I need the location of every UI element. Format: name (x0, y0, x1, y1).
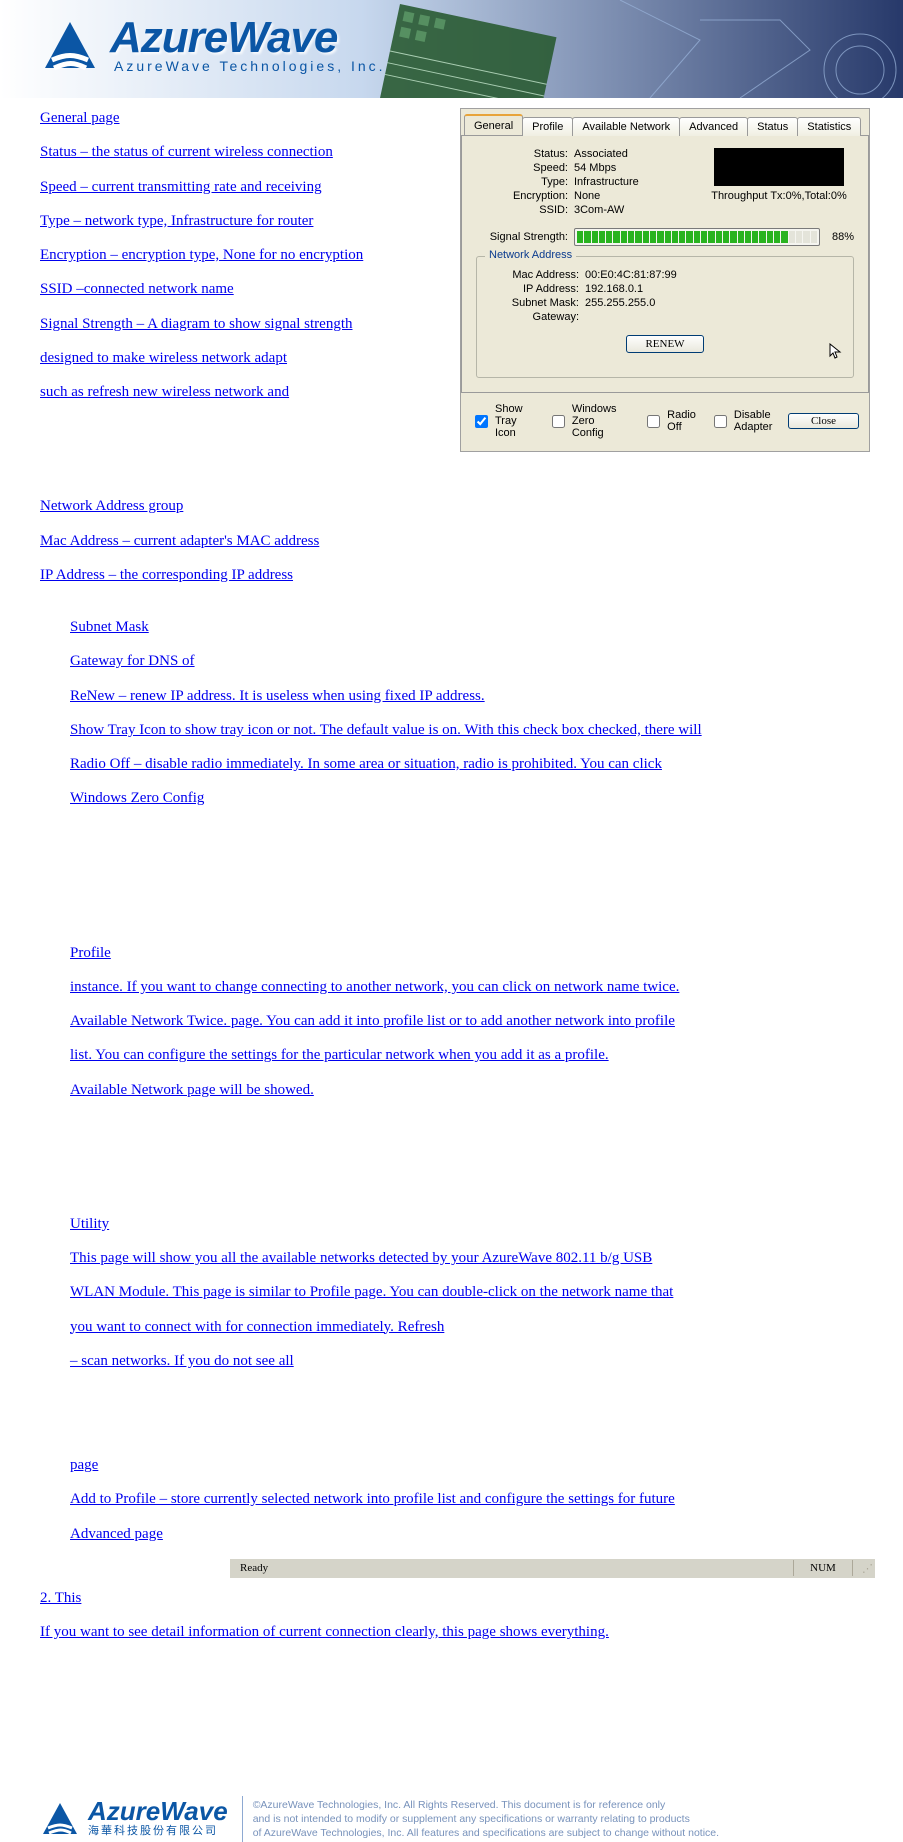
brand-main: AzureWave (110, 18, 386, 58)
type-value: Infrastructure (574, 176, 639, 188)
statusbar: Ready NUM ⋰ (230, 1558, 875, 1578)
brand-mark (40, 18, 100, 74)
link-profile-desc3[interactable]: list. You can configure the settings for… (70, 1047, 609, 1063)
link-speed-desc[interactable]: Speed – current transmitting rate and re… (40, 179, 322, 195)
statusbar-ready: Ready (230, 1562, 793, 1574)
footer-brand: AzureWave 海華科技股份有限公司 (40, 1800, 228, 1838)
footer-brand-sub: 海華科技股份有限公司 (88, 1822, 228, 1838)
mask-label: Subnet Mask: (487, 297, 585, 309)
footer-brand-main: AzureWave (88, 1800, 228, 1822)
tabbar: General Profile Available Network Advanc… (461, 109, 869, 135)
network-address-group: Network Address Mac Address:00:E0:4C:81:… (476, 256, 854, 378)
header-banner: AzureWave AzureWave Technologies, Inc. (0, 0, 903, 98)
link-addprofile[interactable]: Add to Profile – store currently selecte… (70, 1491, 675, 1507)
link-detail-info[interactable]: If you want to see detail information of… (40, 1624, 609, 1640)
link-status-desc[interactable]: Status – the status of current wireless … (40, 144, 333, 160)
mac-value: 00:E0:4C:81:87:99 (585, 269, 677, 281)
link-general-page[interactable]: General page (40, 110, 120, 126)
show-tray-checkbox[interactable]: Show Tray Icon (471, 403, 534, 439)
link-2-this[interactable]: 2. This (40, 1590, 81, 1606)
link-utility[interactable]: Utility (70, 1216, 109, 1232)
link-util-desc3[interactable]: you want to connect with for connection … (70, 1319, 444, 1335)
signal-percent: 88% (820, 231, 854, 243)
statusbar-grip-icon: ⋰ (853, 1562, 875, 1575)
status-value: Associated (574, 148, 628, 160)
link-tray-icon[interactable]: Show Tray Icon to show tray icon or not.… (70, 722, 702, 738)
tab-general[interactable]: General (464, 114, 523, 135)
statusbar-num: NUM (793, 1560, 853, 1576)
brand-sub: AzureWave Technologies, Inc. (110, 58, 386, 74)
wlan-utility-panel: General Profile Available Network Advanc… (460, 108, 870, 452)
encryption-value: None (574, 190, 600, 202)
link-type-desc[interactable]: Type – network type, Infrastructure for … (40, 213, 313, 229)
tab-status[interactable]: Status (747, 117, 798, 136)
link-gateway-dns[interactable]: Gateway for DNS of (70, 653, 195, 669)
footer: AzureWave 海華科技股份有限公司 ©AzureWave Technolo… (0, 1796, 903, 1842)
mask-value: 255.255.255.0 (585, 297, 655, 309)
link-radio-off[interactable]: Radio Off – disable radio immediately. I… (70, 756, 662, 772)
link-profile[interactable]: Profile (70, 945, 111, 961)
signal-label: Signal Strength: (476, 231, 574, 243)
link-advanced-page[interactable]: Advanced page (70, 1526, 163, 1542)
tab-advanced[interactable]: Advanced (679, 117, 748, 136)
tab-statistics[interactable]: Statistics (797, 117, 861, 136)
link-mac-desc[interactable]: Mac Address – current adapter's MAC addr… (40, 533, 319, 549)
ssid-label: SSID: (476, 204, 574, 216)
footer-brand-mark (40, 1800, 80, 1838)
status-label: Status: (476, 148, 574, 160)
link-available-showed[interactable]: Available Network page will be showed. (70, 1082, 314, 1098)
footer-divider (242, 1796, 243, 1842)
ip-label: IP Address: (487, 283, 585, 295)
network-address-legend: Network Address (485, 249, 576, 261)
tab-profile[interactable]: Profile (522, 117, 573, 136)
link-profile-desc1[interactable]: instance. If you want to change connecti… (70, 979, 679, 995)
encryption-label: Encryption: (476, 190, 574, 202)
speed-value: 54 Mbps (574, 162, 616, 174)
ssid-value: 3Com-AW (574, 204, 624, 216)
disable-adapter-checkbox[interactable]: Disable Adapter (710, 409, 774, 433)
link-profile-desc2[interactable]: Available Network Twice. page. You can a… (70, 1013, 675, 1029)
type-label: Type: (476, 176, 574, 188)
link-subnet-mask[interactable]: Subnet Mask (70, 619, 149, 635)
footer-copy: ©AzureWave Technologies, Inc. All Rights… (253, 1798, 719, 1841)
tab-body-general: Status:Associated Speed:54 Mbps Type:Inf… (461, 135, 869, 393)
renew-button[interactable]: RENEW (626, 335, 703, 353)
throughput-chart (714, 148, 844, 186)
link-ip-desc[interactable]: IP Address – the corresponding IP addres… (40, 567, 293, 583)
close-button[interactable]: Close (788, 413, 859, 429)
radio-off-checkbox[interactable]: Radio Off (643, 409, 696, 433)
link-netaddr-group[interactable]: Network Address group (40, 498, 183, 514)
footer-copy-l1: ©AzureWave Technologies, Inc. All Rights… (253, 1798, 719, 1812)
footer-copy-l3: of AzureWave Technologies, Inc. All feat… (253, 1826, 719, 1840)
link-encryption-desc[interactable]: Encryption – encryption type, None for n… (40, 247, 363, 263)
tab-available-network[interactable]: Available Network (572, 117, 680, 136)
speed-label: Speed: (476, 162, 574, 174)
link-page[interactable]: page (70, 1457, 98, 1473)
mac-label: Mac Address: (487, 269, 585, 281)
throughput-text: Throughput Tx:0%,Total:0% (704, 190, 854, 202)
gateway-label: Gateway: (487, 311, 585, 323)
wzc-checkbox[interactable]: Windows Zero Config (548, 403, 629, 439)
options-bar: Show Tray Icon Windows Zero Config Radio… (461, 393, 869, 451)
header-brand: AzureWave AzureWave Technologies, Inc. (40, 18, 386, 74)
ip-value: 192.168.0.1 (585, 283, 643, 295)
link-signal-desc[interactable]: Signal Strength – A diagram to show sign… (40, 316, 352, 332)
signal-bar (574, 228, 820, 246)
link-wzc[interactable]: Windows Zero Config (70, 790, 204, 806)
link-util-desc2[interactable]: WLAN Module. This page is similar to Pro… (70, 1284, 673, 1300)
link-refresh-desc[interactable]: such as refresh new wireless network and (40, 384, 289, 400)
link-adapt-desc[interactable]: designed to make wireless network adapt (40, 350, 287, 366)
link-renew-desc[interactable]: ReNew – renew IP address. It is useless … (70, 688, 485, 704)
link-util-desc1[interactable]: This page will show you all the availabl… (70, 1250, 652, 1266)
link-ssid-desc[interactable]: SSID –connected network name (40, 281, 234, 297)
link-util-desc4[interactable]: – scan networks. If you do not see all (70, 1353, 294, 1369)
footer-copy-l2: and is not intended to modify or supplem… (253, 1812, 719, 1826)
